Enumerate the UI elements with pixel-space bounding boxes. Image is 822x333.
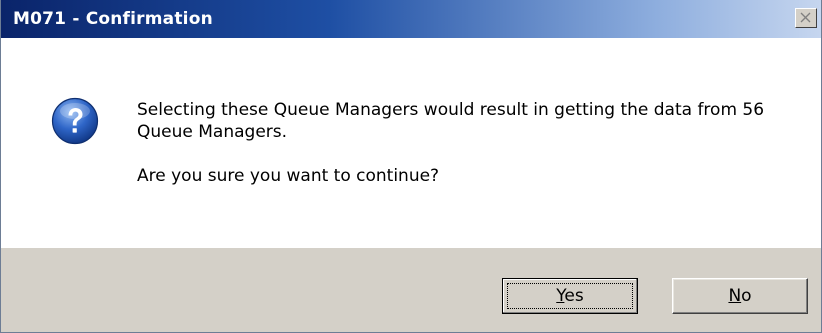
yes-button-label: Yes: [556, 286, 583, 306]
no-mnemonic: N: [728, 286, 742, 306]
close-icon: [800, 12, 811, 23]
dialog-title: M071 - Confirmation: [13, 9, 213, 29]
no-button-label: No: [728, 286, 751, 306]
question-icon: [51, 97, 99, 145]
yes-button[interactable]: Yes: [502, 278, 638, 314]
yes-label-rest: es: [564, 286, 584, 306]
message-text: Selecting these Queue Managers would res…: [137, 99, 797, 187]
title-bar[interactable]: M071 - Confirmation: [1, 0, 821, 38]
no-label-rest: o: [741, 286, 752, 306]
close-button[interactable]: [795, 8, 817, 28]
message-line-2: Are you sure you want to continue?: [137, 166, 440, 186]
button-bar: Yes No: [1, 248, 821, 332]
confirmation-dialog: M071 - Confirmation Selecting these Queu…: [0, 0, 822, 333]
dialog-body: Selecting these Queue Managers would res…: [1, 38, 821, 248]
message-line-1: Selecting these Queue Managers would res…: [137, 100, 765, 142]
no-button[interactable]: No: [672, 278, 808, 314]
